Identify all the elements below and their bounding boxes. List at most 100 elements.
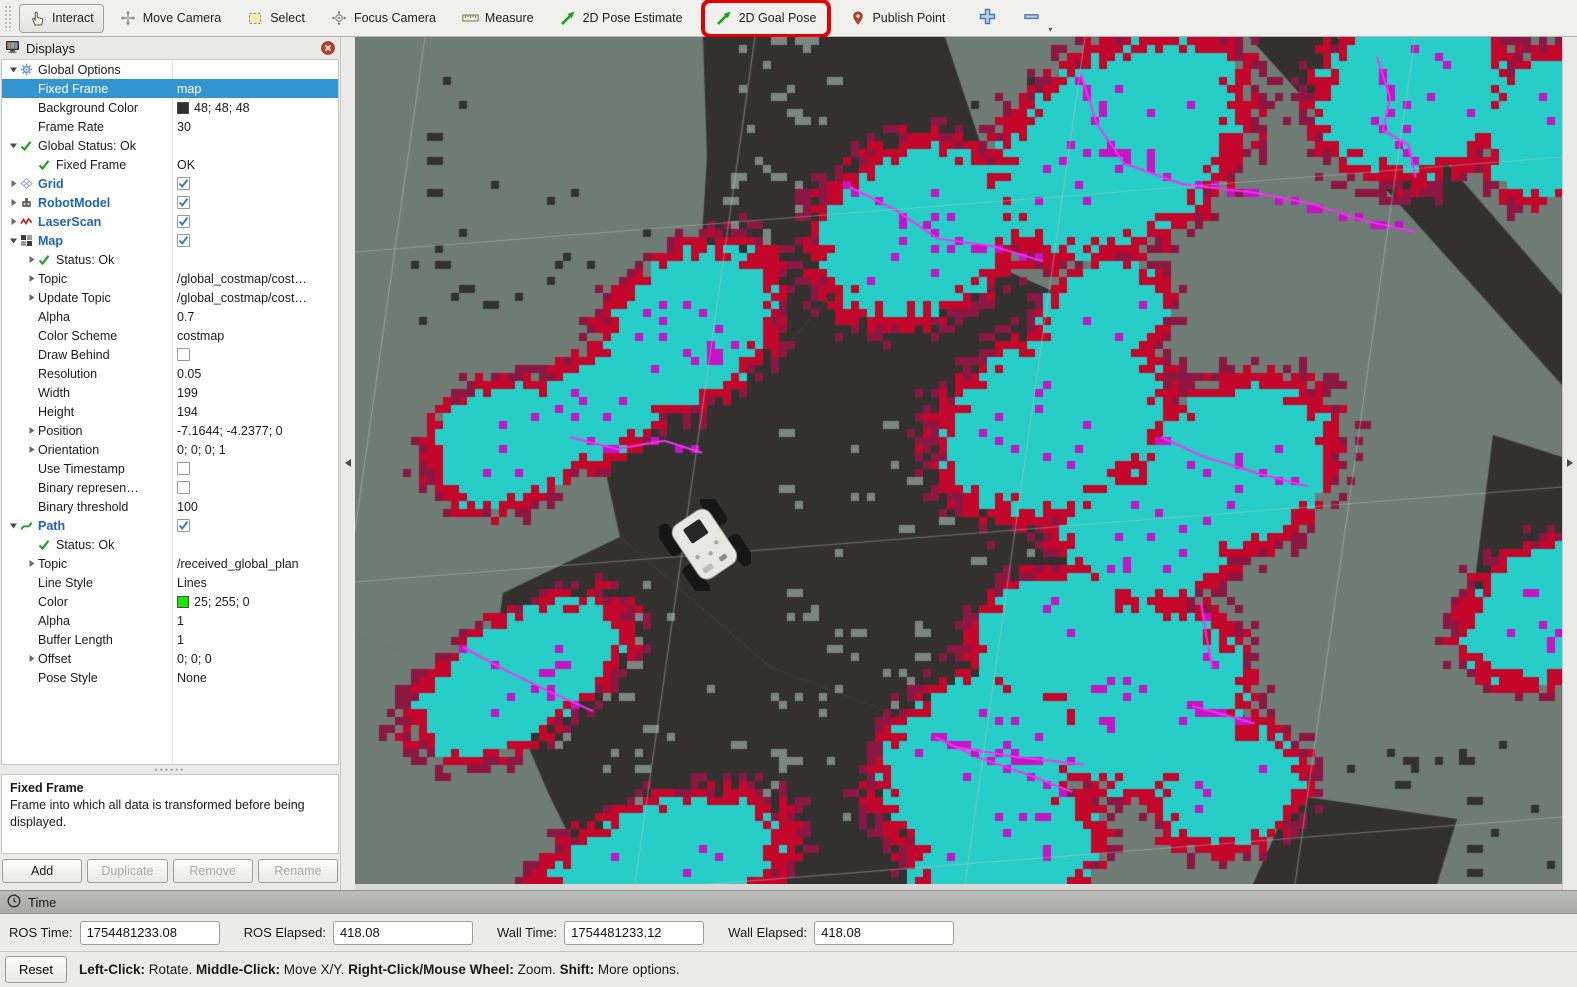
display-row-fixed-frame[interactable]: Fixed Framemap	[2, 79, 338, 98]
property-value-cell[interactable]: 48; 48; 48	[172, 101, 338, 115]
property-value-cell[interactable]	[172, 462, 338, 475]
property-value-cell[interactable]: 1	[172, 614, 338, 628]
visibility-checkbox-unchecked[interactable]	[177, 462, 190, 475]
property-value-cell[interactable]: 30	[172, 120, 338, 134]
display-row-binary-threshold[interactable]: Binary threshold100	[2, 497, 338, 516]
expander-icon[interactable]	[6, 217, 20, 226]
tool-focus-camera[interactable]: Focus Camera	[321, 4, 446, 33]
panel-collapse-right[interactable]	[1562, 37, 1577, 890]
property-value-cell[interactable]: /global_costmap/cost…	[172, 291, 338, 305]
property-value-cell[interactable]	[172, 234, 338, 247]
property-value-cell[interactable]: 25; 255; 0	[172, 595, 338, 609]
reset-button[interactable]: Reset	[5, 956, 67, 983]
display-row-line-style[interactable]: Line StyleLines	[2, 573, 338, 592]
property-value-cell[interactable]: Lines	[172, 576, 338, 590]
property-value-cell[interactable]: 0; 0; 0; 1	[172, 443, 338, 457]
expander-icon[interactable]	[6, 65, 20, 74]
toolbar-drag-handle[interactable]	[4, 5, 12, 31]
tool-publish-point[interactable]: Publish Point	[839, 4, 955, 33]
display-row-update-topic[interactable]: Update Topic/global_costmap/cost…	[2, 288, 338, 307]
panel-splitter[interactable]: ••••••	[0, 765, 340, 774]
display-row-alpha[interactable]: Alpha1	[2, 611, 338, 630]
tool-interact[interactable]: Interact	[19, 4, 104, 33]
duplicate-button[interactable]: Duplicate	[87, 859, 167, 883]
expander-icon[interactable]	[6, 179, 20, 188]
display-row-map[interactable]: Map	[2, 231, 338, 250]
display-row-width[interactable]: Width199	[2, 383, 338, 402]
property-value-cell[interactable]: 1	[172, 633, 338, 647]
expander-icon[interactable]	[6, 521, 20, 530]
display-row-topic[interactable]: Topic/global_costmap/cost…	[2, 269, 338, 288]
property-value-cell[interactable]: costmap	[172, 329, 338, 343]
3d-viewport[interactable]	[355, 37, 1562, 884]
display-row-status-ok[interactable]: Status: Ok	[2, 250, 338, 269]
rename-button[interactable]: Rename	[258, 859, 338, 883]
remove-tool-button[interactable]: ▾	[1016, 4, 1046, 32]
display-row-alpha[interactable]: Alpha0.7	[2, 307, 338, 326]
display-row-robotmodel[interactable]: RobotModel	[2, 193, 338, 212]
add-tool-button[interactable]	[972, 4, 1002, 32]
property-value-cell[interactable]: 100	[172, 500, 338, 514]
close-panel-button[interactable]	[320, 41, 335, 56]
visibility-checkbox-checked[interactable]	[177, 177, 190, 190]
display-row-global-status-ok[interactable]: Global Status: Ok	[2, 136, 338, 155]
expander-icon[interactable]	[6, 141, 20, 150]
visibility-checkbox-unchecked[interactable]	[177, 481, 190, 494]
display-row-laserscan[interactable]: LaserScan	[2, 212, 338, 231]
display-row-use-timestamp[interactable]: Use Timestamp	[2, 459, 338, 478]
display-row-orientation[interactable]: Orientation0; 0; 0; 1	[2, 440, 338, 459]
wall-elapsed-input[interactable]	[814, 921, 954, 945]
costmap-canvas[interactable]	[355, 37, 1562, 884]
property-value-cell[interactable]: OK	[172, 158, 338, 172]
property-value-cell[interactable]: map	[172, 82, 338, 96]
expander-icon[interactable]	[6, 236, 20, 245]
expander-icon[interactable]	[24, 293, 38, 302]
expander-icon[interactable]	[24, 445, 38, 454]
display-row-background-color[interactable]: Background Color48; 48; 48	[2, 98, 338, 117]
display-row-draw-behind[interactable]: Draw Behind	[2, 345, 338, 364]
ros-time-input[interactable]	[80, 921, 220, 945]
tool-measure[interactable]: Measure	[452, 4, 544, 33]
display-row-topic[interactable]: Topic/received_global_plan	[2, 554, 338, 573]
display-row-fixed-frame[interactable]: Fixed FrameOK	[2, 155, 338, 174]
display-row-color-scheme[interactable]: Color Schemecostmap	[2, 326, 338, 345]
display-row-path[interactable]: Path	[2, 516, 338, 535]
property-value-cell[interactable]: 199	[172, 386, 338, 400]
ros-elapsed-input[interactable]	[333, 921, 473, 945]
remove-button[interactable]: Remove	[173, 859, 253, 883]
property-value-cell[interactable]: None	[172, 671, 338, 685]
property-value-cell[interactable]: 0.7	[172, 310, 338, 324]
property-value-cell[interactable]: -7.1644; -4.2377; 0	[172, 424, 338, 438]
property-value-cell[interactable]	[172, 177, 338, 190]
display-row-height[interactable]: Height194	[2, 402, 338, 421]
property-value-cell[interactable]: 0; 0; 0	[172, 652, 338, 666]
display-row-binary-represen[interactable]: Binary represen…	[2, 478, 338, 497]
property-value-cell[interactable]: /received_global_plan	[172, 557, 338, 571]
tool-select[interactable]: Select	[237, 4, 315, 33]
expander-icon[interactable]	[6, 198, 20, 207]
expander-icon[interactable]	[24, 274, 38, 283]
expander-icon[interactable]	[24, 559, 38, 568]
display-row-offset[interactable]: Offset0; 0; 0	[2, 649, 338, 668]
visibility-checkbox-checked[interactable]	[177, 196, 190, 209]
property-value-cell[interactable]	[172, 215, 338, 228]
property-value-cell[interactable]	[172, 348, 338, 361]
tool-move-camera[interactable]: Move Camera	[110, 4, 232, 33]
visibility-checkbox-checked[interactable]	[177, 215, 190, 228]
expander-icon[interactable]	[24, 255, 38, 264]
visibility-checkbox-checked[interactable]	[177, 519, 190, 532]
expander-icon[interactable]	[24, 654, 38, 663]
expander-icon[interactable]	[24, 426, 38, 435]
wall-time-input[interactable]	[564, 921, 704, 945]
property-value-cell[interactable]: 0.05	[172, 367, 338, 381]
display-row-resolution[interactable]: Resolution0.05	[2, 364, 338, 383]
display-row-grid[interactable]: Grid	[2, 174, 338, 193]
display-row-position[interactable]: Position-7.1644; -4.2377; 0	[2, 421, 338, 440]
display-row-pose-style[interactable]: Pose StyleNone	[2, 668, 338, 687]
tool-2d-goal-pose[interactable]: 2D Goal Pose	[706, 4, 827, 33]
display-row-color[interactable]: Color25; 255; 0	[2, 592, 338, 611]
display-row-global-options[interactable]: Global Options	[2, 60, 338, 79]
panel-collapse-left[interactable]	[340, 37, 355, 890]
add-button[interactable]: Add	[2, 859, 82, 883]
property-value-cell[interactable]: /global_costmap/cost…	[172, 272, 338, 286]
